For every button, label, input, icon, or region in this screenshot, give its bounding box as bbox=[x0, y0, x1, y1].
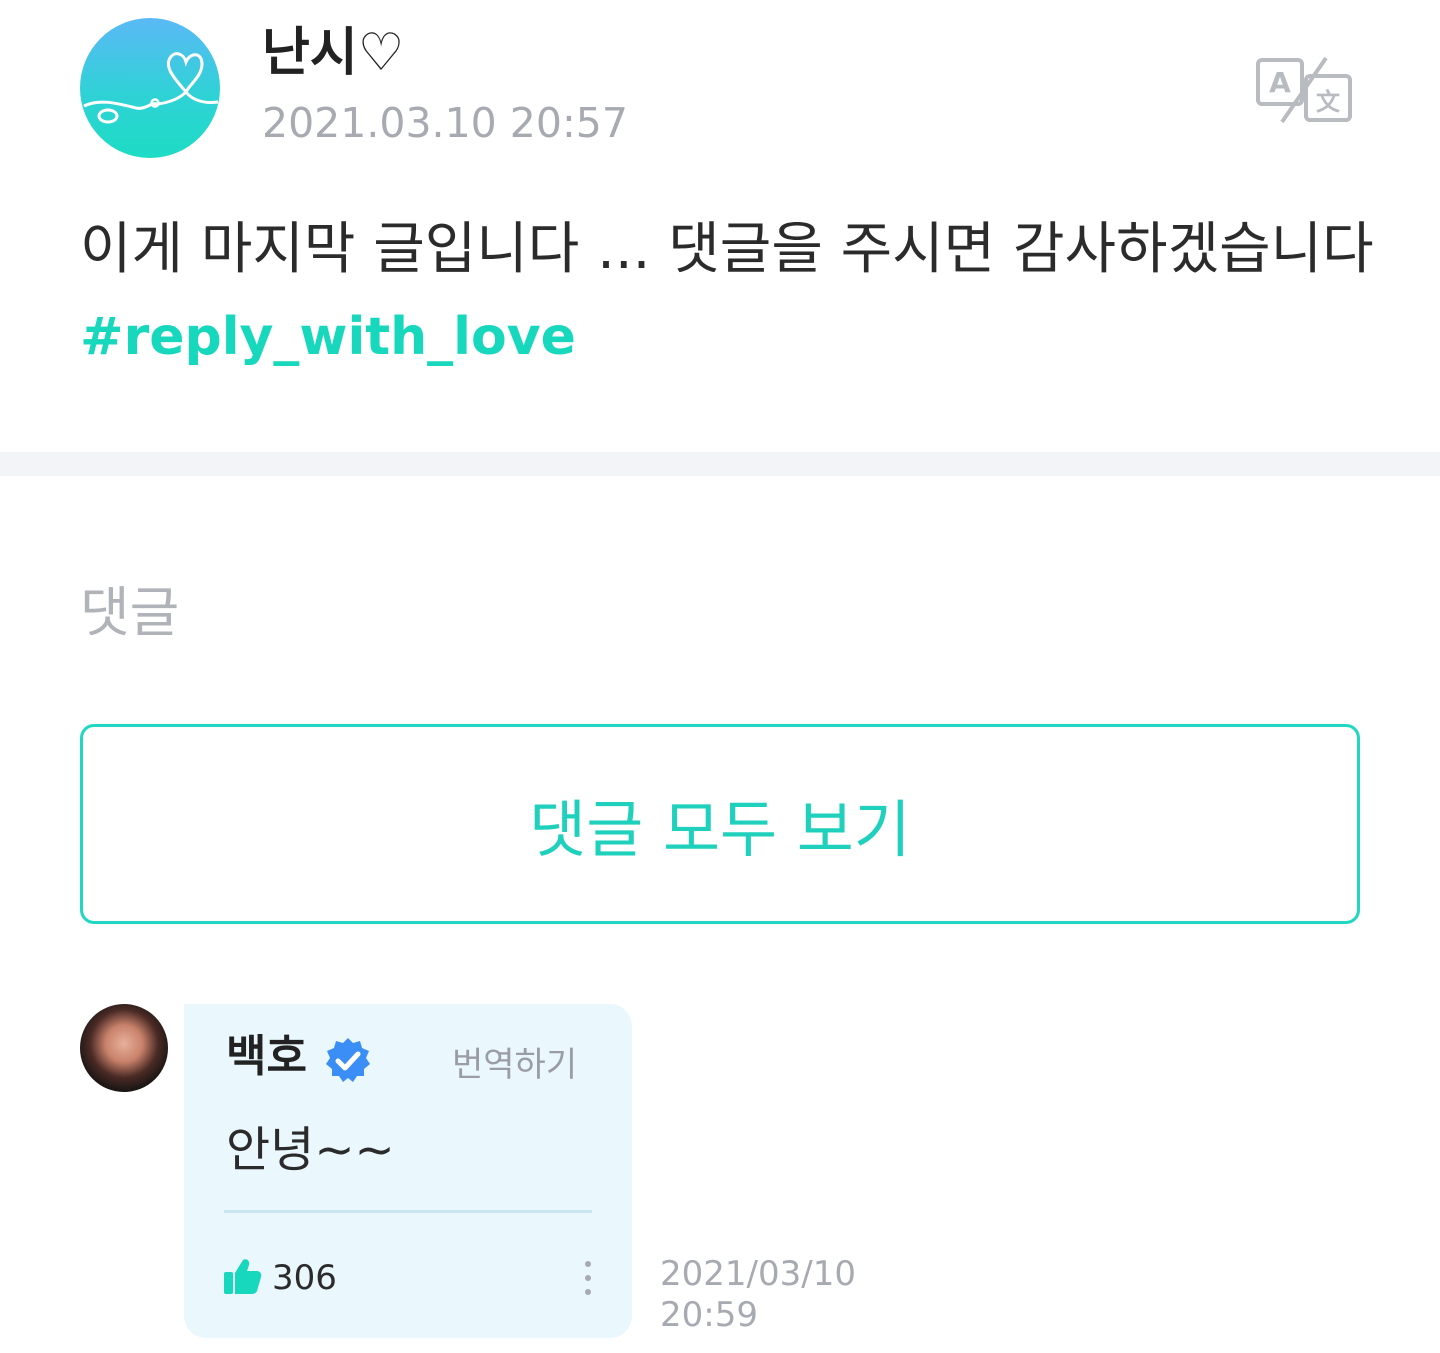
post-detail-page: 난시♡ 2021.03.10 20:57 A 文 이게 마지막 글입니다 ...… bbox=[0, 0, 1440, 1353]
view-all-comments-button[interactable]: 댓글 모두 보기 bbox=[80, 724, 1360, 924]
section-divider bbox=[0, 452, 1440, 476]
commenter-avatar[interactable] bbox=[80, 1004, 168, 1092]
post-body-text: 이게 마지막 글입니다 ... 댓글을 주시면 감사하겠습니다 bbox=[80, 217, 1374, 282]
author-avatar[interactable] bbox=[80, 18, 220, 158]
comment-body-text: 안녕~~ bbox=[226, 1122, 395, 1178]
thumbs-up-icon[interactable] bbox=[222, 1256, 262, 1296]
more-vertical-icon[interactable] bbox=[578, 1258, 598, 1298]
comment-author-name[interactable]: 백호 bbox=[226, 1030, 307, 1084]
like-count: 306 bbox=[272, 1258, 337, 1298]
heart-logo-icon bbox=[83, 52, 219, 124]
verified-badge-icon bbox=[326, 1038, 370, 1082]
author-name-text: 난시 bbox=[262, 23, 358, 83]
svg-text:A: A bbox=[1269, 66, 1291, 99]
comment-date: 2021/03/10 bbox=[660, 1254, 856, 1294]
post-timestamp: 2021.03.10 20:57 bbox=[262, 99, 628, 147]
comments-heading: 댓글 bbox=[80, 581, 180, 644]
post-hashtag[interactable]: #reply_with_love bbox=[80, 305, 576, 369]
comment-translate-link[interactable]: 번역하기 bbox=[452, 1044, 577, 1086]
comment-divider bbox=[224, 1210, 592, 1213]
translate-icon[interactable]: A 文 bbox=[1256, 56, 1354, 124]
comment-time: 20:59 bbox=[660, 1295, 758, 1335]
comment-bubble: 백호 번역하기 안녕~~ 306 bbox=[184, 1004, 632, 1338]
author-name-symbol: ♡ bbox=[357, 23, 405, 83]
post-author-name[interactable]: 난시♡ bbox=[262, 22, 404, 84]
comment-timestamp: 2021/03/10 20:59 bbox=[660, 1254, 856, 1336]
svg-text:文: 文 bbox=[1316, 88, 1341, 116]
